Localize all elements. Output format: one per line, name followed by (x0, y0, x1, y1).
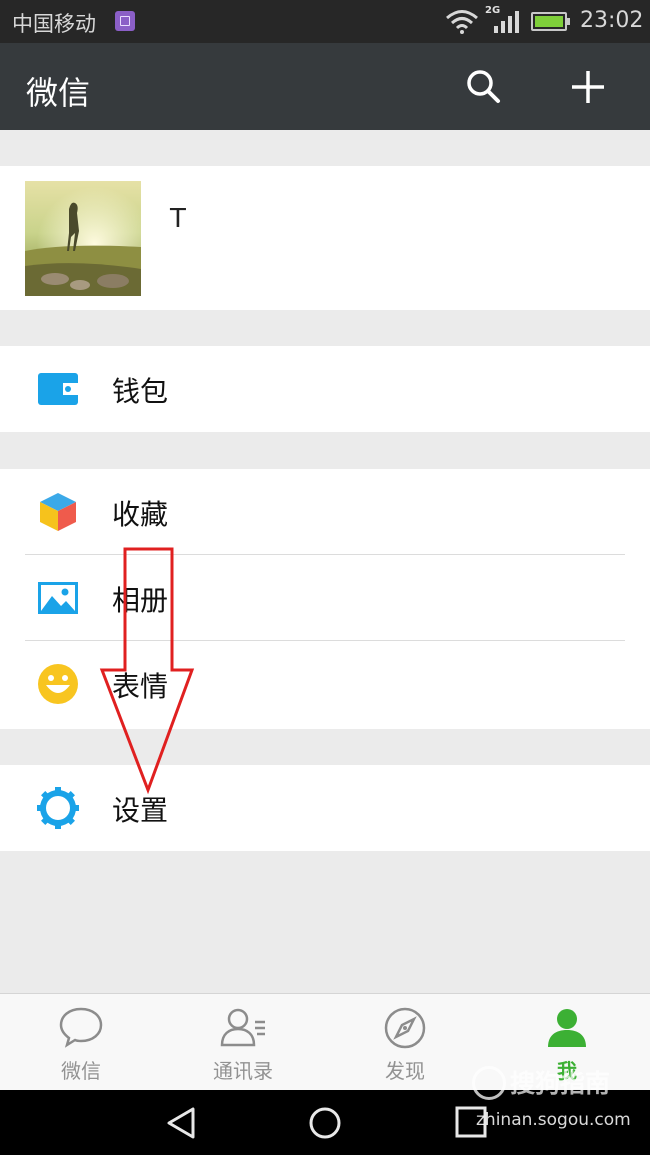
carrier-name: 中国移动 (12, 12, 96, 36)
collection-section: 收藏 相册 表情 (0, 469, 650, 729)
menu-item-label: 表情 (112, 670, 169, 703)
chat-bubble-icon (59, 1007, 103, 1048)
sogou-logo-icon (472, 1066, 506, 1100)
profile-name: T (170, 204, 186, 234)
tab-label: 微信 (61, 1059, 101, 1083)
wallet-section: 钱包 (0, 346, 650, 432)
menu-item-favorites[interactable]: 收藏 (0, 469, 650, 555)
tab-discover[interactable]: 发现 (324, 994, 486, 1091)
battery-icon (531, 12, 570, 31)
clock: 23:02 (580, 8, 644, 33)
plus-icon[interactable] (569, 68, 607, 106)
avatar[interactable] (25, 181, 141, 296)
settings-section: 设置 (0, 765, 650, 851)
search-icon[interactable] (465, 68, 503, 106)
app-bar: 微信 (0, 43, 650, 130)
signal-icon (494, 11, 519, 33)
wifi-icon (446, 10, 478, 34)
photo-icon (38, 582, 78, 614)
gear-icon (37, 787, 79, 829)
profile-card[interactable]: T (0, 166, 650, 310)
menu-item-label: 相册 (112, 584, 169, 617)
tab-label: 发现 (385, 1059, 425, 1083)
menu-item-label: 钱包 (112, 375, 169, 408)
watermark-url: zhinan.sogou.com (476, 1110, 631, 1130)
menu-item-settings[interactable]: 设置 (0, 765, 650, 851)
menu-item-wallet[interactable]: 钱包 (0, 346, 650, 432)
status-bar: 中国移动 2G 23:02 (0, 0, 650, 43)
tab-contacts[interactable]: 通讯录 (162, 994, 324, 1091)
home-icon[interactable] (308, 1106, 342, 1140)
wallet-icon (38, 373, 78, 405)
back-icon[interactable] (165, 1106, 197, 1140)
tab-label: 通讯录 (213, 1059, 273, 1083)
contacts-icon (220, 1008, 265, 1047)
person-icon (548, 1009, 586, 1047)
menu-item-label: 收藏 (112, 498, 169, 531)
menu-item-album[interactable]: 相册 (0, 555, 650, 641)
menu-item-label: 设置 (112, 794, 169, 827)
page-title: 微信 (26, 74, 91, 112)
compass-icon (384, 1007, 426, 1049)
cube-icon (40, 493, 76, 531)
tab-chats[interactable]: 微信 (0, 994, 162, 1091)
gallery-notification-icon (115, 11, 135, 31)
watermark-brand: 搜狗指南 (510, 1069, 611, 1098)
smiley-icon (38, 664, 78, 704)
menu-item-stickers[interactable]: 表情 (0, 641, 650, 727)
